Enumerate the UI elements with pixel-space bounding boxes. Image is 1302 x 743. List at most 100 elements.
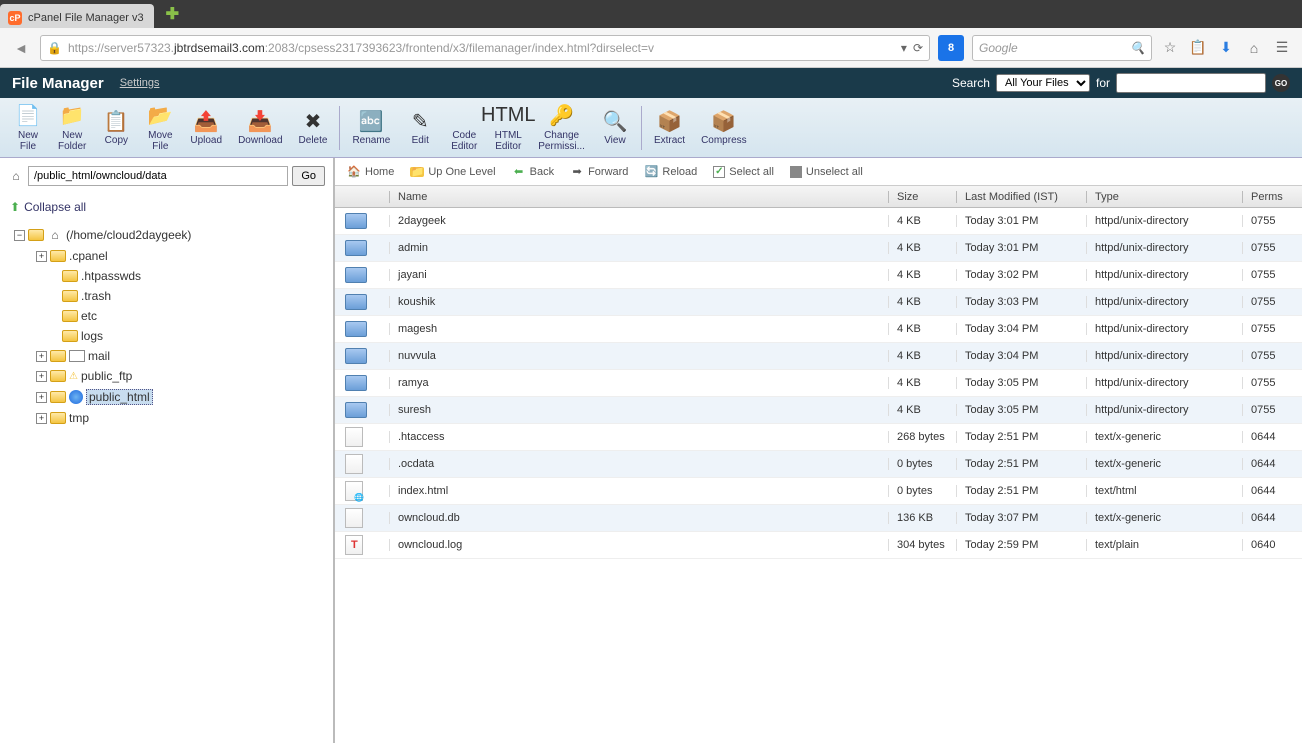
table-row[interactable]: .ocdata0 bytesToday 2:51 PMtext/x-generi…: [335, 451, 1302, 478]
table-row[interactable]: ramya4 KBToday 3:05 PMhttpd/unix-directo…: [335, 370, 1302, 397]
cell-size: 4 KB: [888, 215, 956, 227]
home-icon[interactable]: ⌂: [1244, 38, 1264, 58]
expander-icon[interactable]: +: [36, 413, 47, 424]
path-input[interactable]: [28, 166, 288, 186]
table-row[interactable]: .htaccess268 bytesToday 2:51 PMtext/x-ge…: [335, 424, 1302, 451]
toolbar-compress[interactable]: 📦Compress: [693, 105, 755, 150]
file-icon: [345, 427, 363, 447]
tree-item-trash[interactable]: .trash: [14, 286, 329, 306]
toolbar-new-file[interactable]: 📄NewFile: [6, 100, 50, 156]
col-modified[interactable]: Last Modified (IST): [956, 191, 1086, 203]
cell-type: text/x-generic: [1086, 431, 1242, 443]
tree-view: − ⌂ (/home/cloud2daygeek) + .cpanel .htpas…: [0, 220, 333, 432]
cell-modified: Today 3:04 PM: [956, 323, 1086, 335]
tree-label: .cpanel: [69, 249, 108, 263]
folder-icon: [345, 294, 367, 310]
reload-icon[interactable]: ⟳: [913, 41, 923, 55]
table-row[interactable]: owncloud.log304 bytesToday 2:59 PMtext/p…: [335, 532, 1302, 559]
tree-item-mail[interactable]: +mail: [14, 346, 329, 366]
back-icon[interactable]: ◄: [10, 37, 32, 59]
expander-icon[interactable]: +: [36, 251, 47, 262]
globe-icon: [69, 390, 83, 404]
toolbar-view[interactable]: 🔍View: [593, 105, 637, 150]
toolbar-extract[interactable]: 📦Extract: [646, 105, 693, 150]
folder-icon: [28, 229, 44, 241]
browser-tab[interactable]: cP cPanel File Manager v3: [0, 4, 154, 28]
html-file-icon: [345, 481, 363, 501]
toolbar-icon: ✖: [301, 109, 325, 133]
folder-icon: [345, 213, 367, 229]
collapse-icon: ⬆: [10, 200, 20, 214]
toolbar-html-editor[interactable]: HTMLHTMLEditor: [486, 100, 530, 156]
dropdown-icon[interactable]: ▾: [901, 41, 907, 55]
expander-icon[interactable]: −: [14, 230, 25, 241]
table-row[interactable]: index.html0 bytesToday 2:51 PMtext/html0…: [335, 478, 1302, 505]
toolbar-move-file[interactable]: 📂MoveFile: [138, 100, 182, 156]
settings-link[interactable]: Settings: [120, 77, 160, 89]
toolbar-delete[interactable]: ✖Delete: [291, 105, 336, 150]
toolbar-code-editor[interactable]: CodeEditor: [442, 100, 486, 156]
table-row[interactable]: suresh4 KBToday 3:05 PMhttpd/unix-direct…: [335, 397, 1302, 424]
toolbar-download[interactable]: 📥Download: [230, 105, 290, 150]
search-engine-icon[interactable]: 8: [938, 35, 964, 61]
cell-size: 304 bytes: [888, 539, 956, 551]
col-perms[interactable]: Perms: [1242, 191, 1302, 203]
tree-item-etc[interactable]: etc: [14, 306, 329, 326]
clipboard-icon[interactable]: 📋: [1188, 38, 1208, 58]
search-go-button[interactable]: GO: [1272, 74, 1290, 92]
menu-icon[interactable]: ☰: [1272, 38, 1292, 58]
toolbar-new-folder[interactable]: 📁NewFolder: [50, 100, 94, 156]
tree-item-logs[interactable]: logs: [14, 326, 329, 346]
table-row[interactable]: owncloud.db136 KBToday 3:07 PMtext/x-gen…: [335, 505, 1302, 532]
nav-forward[interactable]: ➡Forward: [564, 163, 634, 181]
cell-size: 4 KB: [888, 350, 956, 362]
home-icon[interactable]: ⌂: [8, 168, 24, 184]
table-row[interactable]: 2daygeek4 KBToday 3:01 PMhttpd/unix-dire…: [335, 208, 1302, 235]
nav-reload[interactable]: 🔄Reload: [638, 163, 703, 181]
star-icon[interactable]: ☆: [1160, 38, 1180, 58]
folder-icon: [62, 290, 78, 302]
nav-back[interactable]: ⬅Back: [506, 163, 560, 181]
col-type[interactable]: Type: [1086, 191, 1242, 203]
search-scope-select[interactable]: All Your Files: [996, 74, 1090, 92]
cell-modified: Today 3:05 PM: [956, 377, 1086, 389]
nav-home[interactable]: 🏠Home: [341, 163, 400, 181]
toolbar-upload[interactable]: 📤Upload: [182, 105, 230, 150]
table-row[interactable]: admin4 KBToday 3:01 PMhttpd/unix-directo…: [335, 235, 1302, 262]
table-row[interactable]: magesh4 KBToday 3:04 PMhttpd/unix-direct…: [335, 316, 1302, 343]
expander-icon[interactable]: +: [36, 351, 47, 362]
toolbar-rename[interactable]: 🔤Rename: [344, 105, 398, 150]
download-icon[interactable]: ⬇: [1216, 38, 1236, 58]
table-row[interactable]: nuvvula4 KBToday 3:04 PMhttpd/unix-direc…: [335, 343, 1302, 370]
tree-item-public_ftp[interactable]: +⚠public_ftp: [14, 366, 329, 386]
table-row[interactable]: jayani4 KBToday 3:02 PMhttpd/unix-direct…: [335, 262, 1302, 289]
collapse-all-link[interactable]: ⬆ Collapse all: [0, 194, 333, 220]
cell-type: httpd/unix-directory: [1086, 323, 1242, 335]
col-size[interactable]: Size: [888, 191, 956, 203]
folder-icon: [50, 412, 66, 424]
expander-icon[interactable]: +: [36, 371, 47, 382]
tree-item-tmp[interactable]: +tmp: [14, 408, 329, 428]
toolbar-copy[interactable]: 📋Copy: [94, 105, 138, 150]
go-button[interactable]: Go: [292, 166, 325, 186]
nav-unselect-all[interactable]: Unselect all: [784, 164, 869, 180]
tree-root[interactable]: − ⌂ (/home/cloud2daygeek): [14, 224, 329, 246]
nav-select-all[interactable]: ✓Select all: [707, 164, 780, 180]
cell-modified: Today 3:05 PM: [956, 404, 1086, 416]
col-name[interactable]: Name: [389, 191, 888, 203]
expander-icon[interactable]: +: [36, 392, 47, 403]
search-input[interactable]: [1116, 73, 1266, 93]
tree-item-cpanel[interactable]: + .cpanel: [14, 246, 329, 266]
toolbar-edit[interactable]: ✎Edit: [398, 105, 442, 150]
table-row[interactable]: koushik4 KBToday 3:03 PMhttpd/unix-direc…: [335, 289, 1302, 316]
cell-size: 4 KB: [888, 242, 956, 254]
tree-item-public_html[interactable]: +public_html: [14, 386, 329, 408]
new-tab-icon[interactable]: ✚: [166, 4, 179, 24]
url-bar[interactable]: 🔒 https://server57323.jbtrdsemail3.com:2…: [40, 35, 930, 61]
browser-search[interactable]: Google 🔍: [972, 35, 1152, 61]
toolbar-change-permissi-[interactable]: 🔑ChangePermissi...: [530, 100, 593, 156]
nav-up-one-level[interactable]: 📁Up One Level: [404, 164, 501, 180]
cell-type: httpd/unix-directory: [1086, 296, 1242, 308]
cell-name: owncloud.log: [389, 539, 888, 551]
tree-item-htpasswds[interactable]: .htpasswds: [14, 266, 329, 286]
